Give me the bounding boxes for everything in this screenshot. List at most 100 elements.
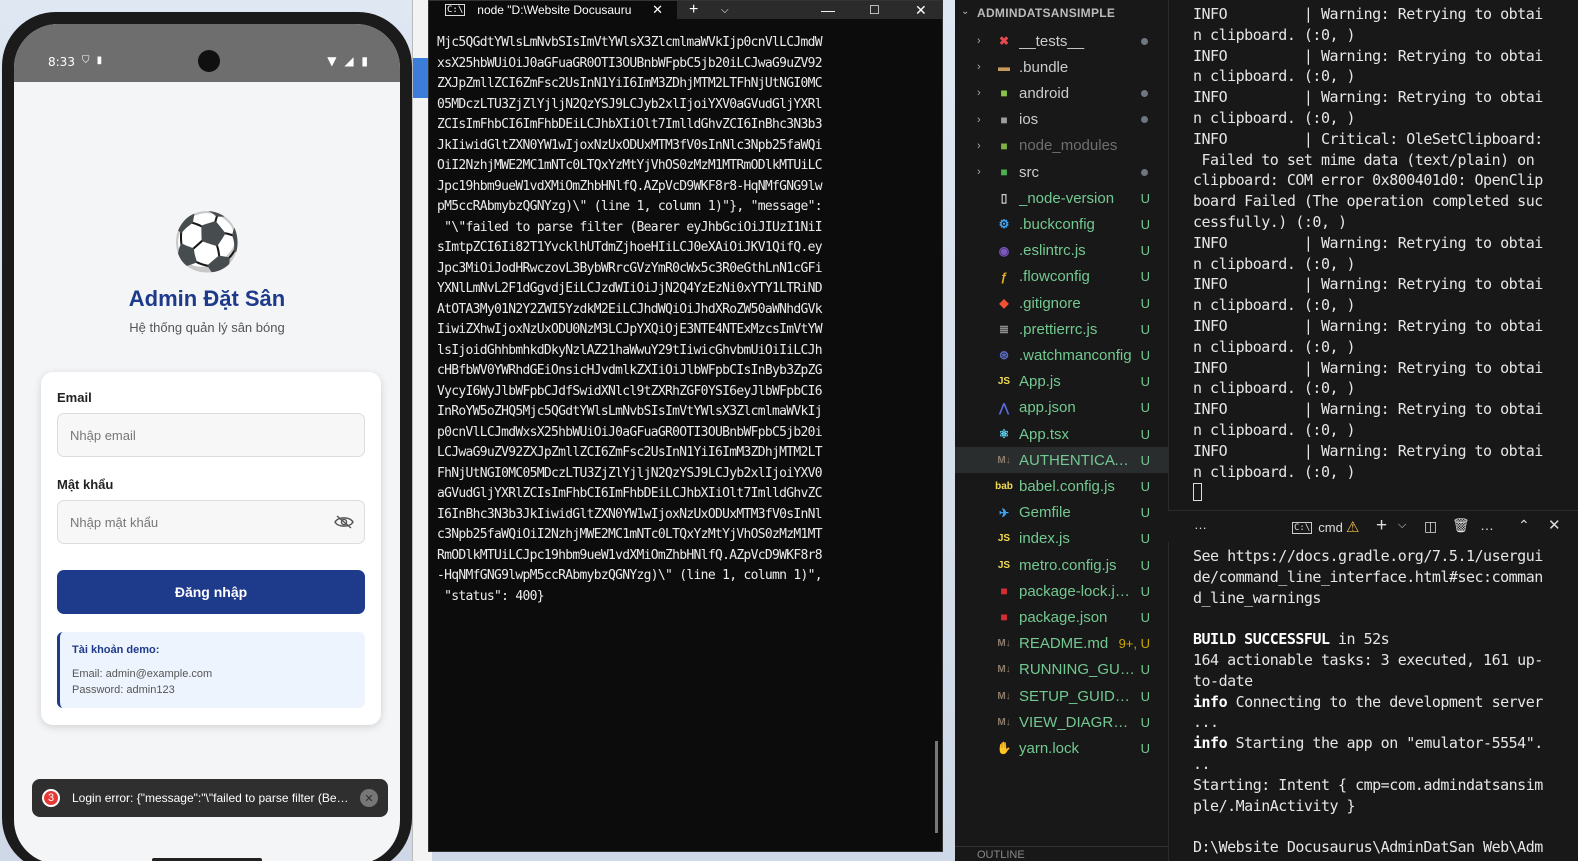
status-bar: 8:33 ⛉ ▮ ▼ ◢ ▮ (14, 24, 400, 82)
file-row[interactable]: ✈ Gemfile U (955, 500, 1168, 526)
chevron-right-icon[interactable]: › (977, 166, 981, 178)
cmd-terminal-tab[interactable]: C:\ cmd (1292, 520, 1343, 535)
file-row[interactable]: ◉ .eslintrc.js U (955, 238, 1168, 264)
outline-section-header[interactable]: OUTLINE (955, 846, 1168, 861)
chevron-down-icon[interactable]: ⌵ (721, 5, 729, 16)
file-row[interactable]: › ▬ .bundle (955, 54, 1168, 80)
info-starting-cont: .. (1193, 754, 1211, 773)
maximize-button[interactable]: ☐ (869, 3, 880, 17)
file-name: .gitignore (1019, 294, 1081, 312)
file-name: metro.config.js (1019, 556, 1117, 574)
info-label: info (1193, 692, 1228, 711)
terminal-cursor (1193, 483, 1202, 501)
file-row[interactable]: ⚙ .buckconfig U (955, 211, 1168, 237)
git-status-badge: U (1140, 321, 1150, 337)
trash-icon[interactable]: 🗑 (1452, 517, 1470, 534)
eslint-icon: ◉ (998, 243, 1010, 258)
git-status-badge: U (1140, 531, 1150, 547)
git-status-badge: U (1140, 243, 1150, 259)
file-row[interactable]: › ■ src (955, 159, 1168, 185)
password-input[interactable]: Nhập mật khẩu (57, 500, 365, 544)
git-status-badge: U (1140, 740, 1150, 756)
file-row[interactable]: ◆ .gitignore U (955, 290, 1168, 316)
close-window-button[interactable]: ✕ (915, 2, 927, 19)
git-status-badge: U (1140, 452, 1150, 468)
chevron-right-icon[interactable]: › (977, 61, 981, 73)
terminal-icon: C:\ (445, 4, 466, 16)
terminal-toolbar: … C:\ cmd ⚠ + ⌵ ◫ 🗑 … ⌃ ✕ (1168, 510, 1578, 542)
login-button[interactable]: Đăng nhập (57, 570, 365, 614)
close-icon[interactable]: ✕ (652, 2, 663, 18)
chevron-right-icon[interactable]: › (977, 87, 981, 99)
file-row[interactable]: ⚛ App.tsx U (955, 421, 1168, 447)
file-row[interactable]: ƒ .flowconfig U (955, 264, 1168, 290)
more-actions-icon[interactable]: … (1480, 517, 1494, 533)
chevron-right-icon[interactable]: › (977, 140, 981, 152)
chevron-down-icon[interactable]: ⌵ (1398, 519, 1406, 532)
file-row[interactable]: M↓ AUTHENTICATION.md U (955, 447, 1168, 474)
file-name: _node-version (1019, 189, 1115, 207)
js-file-icon: JS (997, 376, 1011, 388)
app-title: Admin Đặt Sân (128, 286, 286, 311)
file-name: .prettierrc.js (1019, 320, 1098, 338)
file-row[interactable]: M↓ SETUP_GUIDE.md U (955, 683, 1168, 709)
file-row[interactable]: M↓ README.md 9+, U (955, 631, 1168, 657)
file-row[interactable]: ⊛ .watchmanconfig U (955, 342, 1168, 368)
split-terminal-icon[interactable]: ◫ (1424, 518, 1437, 535)
file-row[interactable]: ✋ yarn.lock U (955, 735, 1168, 761)
eye-icon[interactable] (334, 515, 354, 529)
react-file-icon: ⚛ (998, 427, 1010, 441)
phone-screen[interactable]: 8:33 ⛉ ▮ ▼ ◢ ▮ ⚽ Admin Đặt Sân Hệ thống … (14, 24, 400, 861)
demo-account-box: Tài khoản demo: Email: admin@example.com… (57, 632, 365, 708)
git-status-badge: U (1140, 662, 1150, 678)
file-row[interactable]: ▯ _node-version U (955, 185, 1168, 211)
more-icon[interactable]: … (1194, 517, 1207, 532)
output-log: INFO | Warning: Retrying to obtai n clip… (1193, 5, 1543, 481)
error-toast[interactable]: 3 Login error: {"message":"\"failed to p… (32, 779, 388, 817)
close-panel-icon[interactable]: ✕ (1548, 516, 1561, 534)
file-row[interactable]: › ✖ __tests__ (955, 28, 1168, 54)
cmd-terminal-panel[interactable]: See https://docs.gradle.org/7.5.1/usergu… (1168, 542, 1578, 861)
npm-file-icon: ■ (1000, 610, 1008, 625)
modified-dot-icon (1141, 89, 1148, 97)
chevron-right-icon[interactable]: › (977, 114, 981, 126)
file-row[interactable]: › ■ ios (955, 107, 1168, 133)
terminal-output[interactable]: Mjc5QGdtYWlsLmNvbSIsImVtYWlsX3ZlcmlmaWVk… (437, 33, 927, 607)
file-name: .bundle (1019, 58, 1069, 76)
file-row[interactable]: ■ package.json U (955, 604, 1168, 630)
file-row[interactable]: › ■ android (955, 80, 1168, 106)
file-row[interactable]: ■ package-lock.json U (955, 578, 1168, 604)
terminal-scrollbar[interactable] (935, 741, 938, 833)
git-status-badge: U (1140, 583, 1150, 599)
email-input[interactable]: Nhập email (57, 413, 365, 457)
file-row[interactable]: › ■ node_modules (955, 133, 1168, 159)
file-name: Gemfile (1019, 504, 1071, 522)
chevron-right-icon[interactable]: › (977, 35, 981, 47)
toast-message: Login error: {"message":"\"failed to par… (72, 791, 352, 805)
file-row[interactable]: ≣ .prettierrc.js U (955, 316, 1168, 342)
terminal-window[interactable]: C:\ node "D:\Website Docusauru ✕ + ⌵ — ☐… (428, 0, 943, 852)
yarn-file-icon: ✋ (996, 741, 1012, 756)
new-tab-button[interactable]: + (689, 1, 698, 19)
file-row[interactable]: JS App.js U (955, 369, 1168, 395)
file-name: .watchmanconfig (1019, 346, 1132, 364)
output-panel[interactable]: INFO | Warning: Retrying to obtai n clip… (1168, 0, 1578, 510)
warning-icon[interactable]: ⚠ (1346, 518, 1359, 536)
android-emulator-frame: 8:33 ⛉ ▮ ▼ ◢ ▮ ⚽ Admin Đặt Sân Hệ thống … (2, 12, 412, 861)
file-row[interactable]: M↓ VIEW_DIAGRAM.md U (955, 709, 1168, 735)
file-row[interactable]: JS metro.config.js U (955, 552, 1168, 578)
minimize-button[interactable]: — (821, 2, 835, 18)
new-terminal-button[interactable]: + (1376, 515, 1387, 537)
close-icon[interactable]: ✕ (360, 789, 378, 807)
terminal-tab[interactable]: C:\ node "D:\Website Docusauru ✕ (429, 1, 677, 19)
password-placeholder: Nhập mật khẩu (70, 514, 159, 530)
chevron-down-icon[interactable]: ⌄ (961, 6, 969, 17)
file-row[interactable]: JS index.js U (955, 526, 1168, 552)
maximize-panel-icon[interactable]: ⌃ (1518, 517, 1530, 534)
file-row[interactable]: ⋀ app.json U (955, 395, 1168, 421)
file-row[interactable]: bab babel.config.js U (955, 473, 1168, 499)
cmd-tab-label: cmd (1318, 520, 1343, 535)
explorer-root-folder[interactable]: ADMINDATSANSIMPLE (977, 6, 1115, 20)
camera-cutout (198, 50, 220, 72)
file-row[interactable]: M↓ RUNNING_GUIDE.md U (955, 657, 1168, 683)
